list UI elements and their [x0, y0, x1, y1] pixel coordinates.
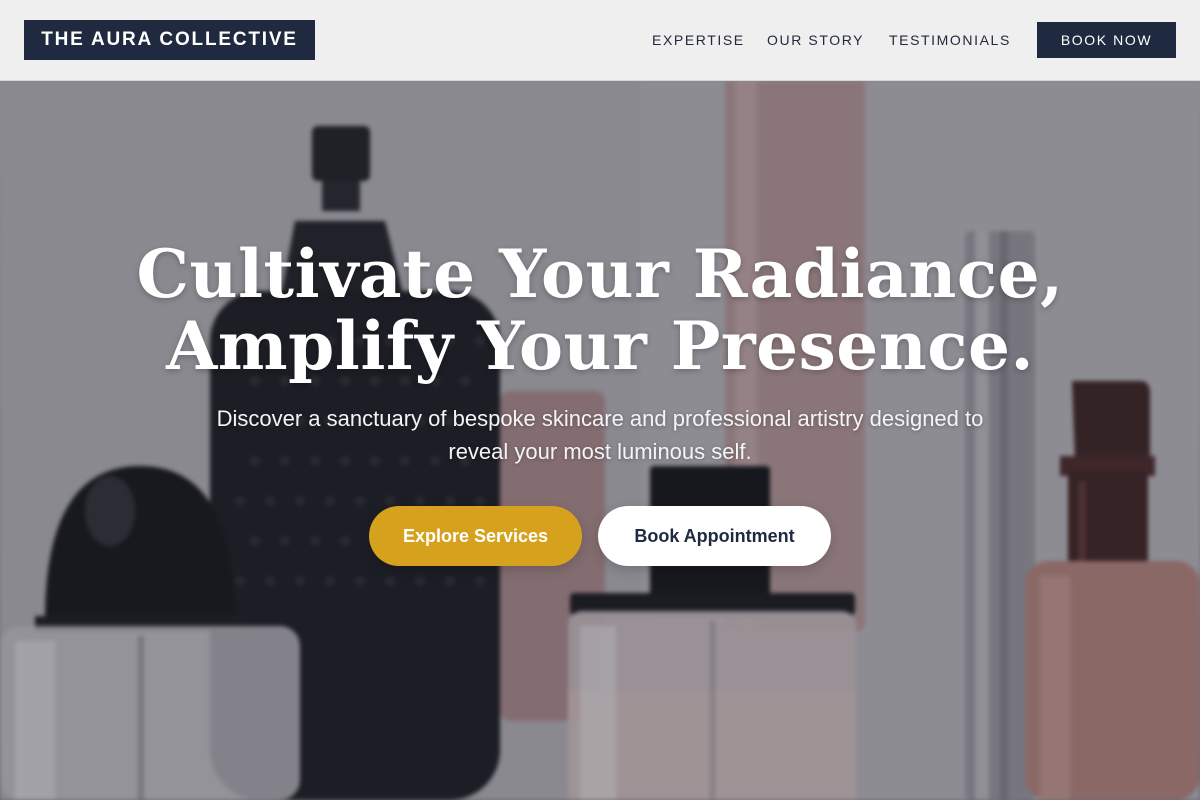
nav-link-our-story[interactable]: OUR STORY: [767, 30, 864, 50]
book-appointment-button[interactable]: Book Appointment: [598, 506, 831, 566]
hero-headline-line-2: Amplify Your Presence.: [166, 307, 1034, 385]
book-now-button[interactable]: BOOK NOW: [1037, 22, 1176, 58]
nav-link-testimonials[interactable]: TESTIMONIALS: [889, 30, 1011, 50]
hero-headline-line-1: Cultivate Your Radiance,: [136, 235, 1064, 313]
nav-link-expertise[interactable]: EXPERTISE: [652, 30, 745, 50]
site-header: THE AURA COLLECTIVE EXPERTISE OUR STORY …: [0, 0, 1200, 81]
explore-services-button[interactable]: Explore Services: [369, 506, 582, 566]
hero-subheading: Discover a sanctuary of bespoke skincare…: [216, 406, 984, 464]
hero-section: Cultivate Your Radiance, Amplify Your Pr…: [0, 81, 1200, 800]
brand-logo[interactable]: THE AURA COLLECTIVE: [24, 20, 315, 60]
